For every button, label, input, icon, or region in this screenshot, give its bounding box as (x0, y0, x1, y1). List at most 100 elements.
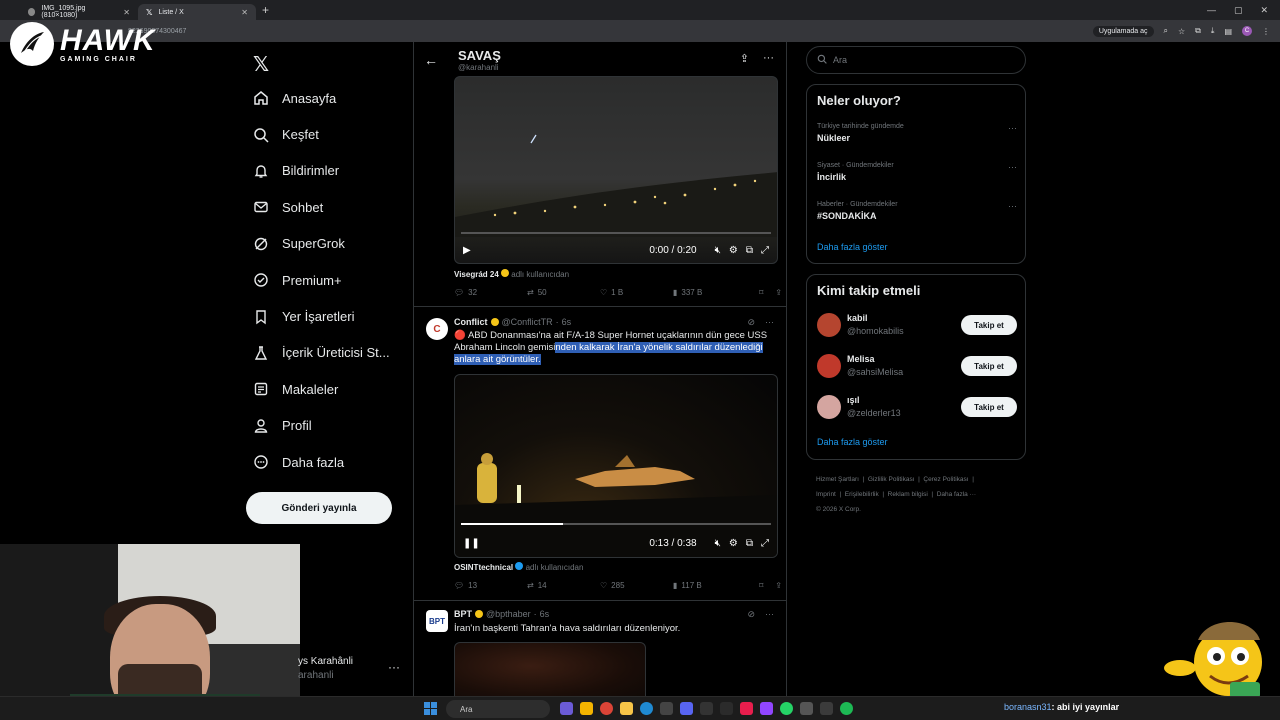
browser-profile-avatar[interactable]: C (1242, 26, 1252, 36)
pause-icon[interactable]: ❚❚ (463, 538, 480, 549)
app-icon[interactable] (580, 702, 593, 715)
sidebar-item-supergrok[interactable]: SuperGrok (252, 226, 390, 262)
sidebar-item-notifications[interactable]: Bildirimler (252, 153, 390, 189)
like-button[interactable]: ♡ 1 B (600, 288, 673, 297)
author-handle[interactable]: @ConflictTR (502, 317, 553, 327)
footer-link[interactable]: Erişilebilirlik (845, 491, 879, 498)
fullscreen-icon[interactable]: ⤢ (761, 538, 769, 549)
footer-link[interactable]: Reklam bilgisi (888, 491, 928, 498)
credit-name[interactable]: Visegrád 24 (454, 270, 499, 279)
mute-icon[interactable]: 🔇︎ (715, 538, 721, 549)
settings-icon[interactable]: ⚙ (729, 245, 738, 256)
sidebar-item-explore[interactable]: Keşfet (252, 116, 390, 152)
discord-icon[interactable] (680, 702, 693, 715)
author-name[interactable]: Conflict (454, 317, 488, 327)
sidebar-item-articles[interactable]: Makaleler (252, 371, 390, 407)
sidebar-item-profile[interactable]: Profil (252, 408, 390, 444)
star-icon[interactable]: ☆ (1178, 27, 1185, 36)
sidebar-item-more[interactable]: Daha fazla (252, 444, 390, 480)
tab-close-icon[interactable]: ✕ (241, 8, 248, 17)
repost-button[interactable]: ⇄ 50 (527, 288, 600, 297)
account-name[interactable]: ys Karahânli (298, 656, 353, 667)
x-logo-icon[interactable]: 𝕏 (253, 52, 269, 77)
video-progress[interactable] (461, 232, 771, 234)
bookmark-icon[interactable]: ⌑ (759, 581, 763, 590)
app-icon[interactable] (800, 702, 813, 715)
picture-in-picture-icon[interactable]: ⧉ (746, 538, 753, 549)
sidebar-item-chat[interactable]: Sohbet (252, 189, 390, 225)
more-icon[interactable]: ··· (765, 317, 774, 328)
share-icon[interactable]: ⇪ (775, 581, 782, 590)
download-icon[interactable]: ⤓ (1211, 26, 1215, 36)
post-button[interactable]: Gönderi yayınla (246, 492, 392, 524)
footer-link[interactable]: Hizmet Şartları (816, 476, 859, 483)
video-progress[interactable] (461, 523, 771, 525)
sidebar-item-bookmarks[interactable]: Yer İşaretleri (252, 298, 390, 334)
author-avatar[interactable]: C (426, 318, 448, 340)
avatar[interactable] (817, 354, 841, 378)
account-more-icon[interactable]: ··· (388, 660, 400, 674)
author-handle[interactable]: @bpthaber (486, 609, 531, 619)
post-image[interactable] (454, 642, 646, 696)
back-arrow-icon[interactable]: ← (424, 52, 438, 68)
extensions-icon[interactable]: ⧉ (1195, 26, 1201, 36)
post-time[interactable]: 6s (562, 317, 572, 327)
more-icon[interactable]: ··· (1008, 123, 1017, 133)
show-more-link[interactable]: Daha fazla göster (817, 242, 888, 252)
suggestion-name[interactable]: kabil (847, 313, 868, 323)
app-icon[interactable] (660, 702, 673, 715)
tab-close-icon[interactable]: ✕ (123, 8, 130, 17)
views-button[interactable]: ▮ 337 B (673, 288, 746, 297)
search-box[interactable] (806, 46, 1026, 74)
bookmark-icon[interactable]: ⌑ (759, 288, 763, 297)
close-window-icon[interactable]: ✕ (1260, 5, 1268, 16)
trend-item[interactable]: Haberler · Gündemdekiler #SONDAKİKA ··· (817, 201, 1017, 221)
browser-menu-icon[interactable]: ⋮ (1262, 27, 1270, 36)
views-button[interactable]: ▮ 117 B (673, 581, 746, 590)
folder-icon[interactable] (620, 702, 633, 715)
follow-button[interactable]: Takip et (961, 397, 1017, 417)
sidebar-item-creator-studio[interactable]: İçerik Üreticisi St... (252, 335, 390, 371)
sidebar-item-premium[interactable]: Premium+ (252, 262, 390, 298)
more-icon[interactable]: ··· (1008, 201, 1017, 211)
more-icon[interactable]: ··· (765, 609, 774, 620)
app-icon[interactable] (700, 702, 713, 715)
avatar[interactable] (817, 313, 841, 337)
share-icon[interactable]: ⇪ (740, 52, 749, 65)
app-icon[interactable] (560, 702, 573, 715)
footer-link[interactable]: Çerez Politikası (923, 476, 968, 483)
repost-button[interactable]: ⇄ 14 (527, 581, 600, 590)
open-in-app-button[interactable]: Uygulamada aç (1092, 25, 1154, 37)
taskbar-search[interactable]: Ara (446, 700, 550, 718)
reply-button[interactable]: 💬︎ 13 (454, 581, 527, 590)
avatar[interactable] (817, 395, 841, 419)
edge-icon[interactable] (640, 702, 653, 715)
footer-link[interactable]: Gizlilik Politikası (868, 476, 915, 483)
reply-button[interactable]: 💬︎ 32 (454, 288, 527, 297)
post-time[interactable]: 6s (540, 609, 550, 619)
sidebar-toggle-icon[interactable]: ▤ (1224, 27, 1232, 36)
more-icon[interactable]: ··· (1008, 162, 1017, 172)
author-name[interactable]: BPT (454, 609, 472, 619)
follow-button[interactable]: Takip et (961, 356, 1017, 376)
trend-item[interactable]: Siyaset · Gündemdekiler İncirlik ··· (817, 162, 1017, 182)
sidebar-item-home[interactable]: Anasayfa (252, 80, 390, 116)
follow-button[interactable]: Takip et (961, 315, 1017, 335)
video-player[interactable]: ❚❚ 0:13 / 0:38 🔇︎ ⚙ ⧉ ⤢ (454, 374, 778, 558)
suggestion-name[interactable]: ışıl (847, 395, 860, 405)
trend-item[interactable]: Türkiye tarihinde gündemde Nükleer ··· (817, 123, 1017, 143)
new-tab-button[interactable]: + (262, 3, 269, 17)
grok-icon[interactable]: ⊘ (747, 317, 755, 328)
app-icon[interactable] (720, 702, 733, 715)
app-icon[interactable] (760, 702, 773, 715)
windows-start-icon[interactable] (424, 702, 437, 715)
fullscreen-icon[interactable]: ⤢ (761, 245, 769, 256)
settings-icon[interactable]: ⚙ (729, 538, 738, 549)
app-icon[interactable] (740, 702, 753, 715)
whatsapp-icon[interactable] (780, 702, 793, 715)
zoom-icon[interactable]: ⌕ (1164, 26, 1168, 36)
browser-tab-x[interactable]: 𝕏 Liste / X ✕ (138, 4, 256, 20)
grok-icon[interactable]: ⊘ (747, 609, 755, 620)
browser-tab-image[interactable]: IMG_1095.jpg (810×1080) ✕ (20, 4, 138, 20)
search-input[interactable] (833, 55, 1013, 65)
